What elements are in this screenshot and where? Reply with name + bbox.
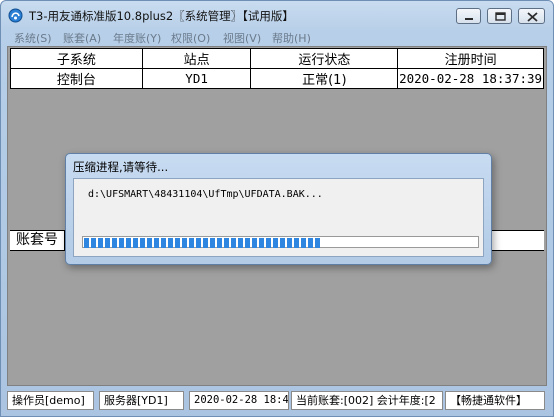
progress-segment [161, 238, 166, 248]
cell-register-time: 2020-02-28 18:37:39 [397, 68, 544, 89]
progress-segment [294, 238, 299, 248]
progress-segment [238, 238, 243, 248]
progress-segment [231, 238, 236, 248]
dialog-title: 压缩进程,请等待... [73, 160, 169, 174]
compress-progress-bar [82, 236, 479, 248]
maximize-button[interactable] [487, 8, 512, 24]
menu-help[interactable]: 帮助(H) [272, 30, 311, 46]
menu-account-set[interactable]: 账套(A) [63, 30, 101, 46]
progress-segment [266, 238, 271, 248]
status-brand: 【畅捷通软件】 [445, 391, 545, 410]
ufida-app-icon [8, 8, 23, 23]
close-icon [527, 12, 538, 22]
progress-segment [182, 238, 187, 248]
status-datetime: 2020-02-28 18:41 [189, 391, 289, 410]
subsystem-table: 子系统 站点 运行状态 注册时间 控制台 YD1 正常(1) 2020-02-2… [10, 48, 544, 89]
progress-segment [217, 238, 222, 248]
progress-segment [280, 238, 285, 248]
progress-segment [301, 238, 306, 248]
progress-segment [168, 238, 173, 248]
menu-permission[interactable]: 权限(O) [171, 30, 210, 46]
progress-segment [273, 238, 278, 248]
minimize-button[interactable] [456, 8, 481, 24]
progress-segment [196, 238, 201, 248]
progress-segment [245, 238, 250, 248]
progress-segment [91, 238, 96, 248]
title-bar[interactable]: T3-用友通标准版10.8plus2〖系统管理〗【试用版】 [1, 1, 553, 29]
progress-segment [147, 238, 152, 248]
menu-bar: 系统(S) 账套(A) 年度账(Y) 权限(O) 视图(V) 帮助(H) [7, 29, 547, 45]
column-header-site[interactable]: 站点 [141, 48, 252, 69]
cell-site: YD1 [141, 68, 252, 89]
compress-file-path: d:\UFSMART\48431104\UfTmp\UFDATA.BAK... [88, 189, 323, 200]
progress-segment [189, 238, 194, 248]
status-server: 服务器[YD1] [99, 391, 184, 410]
close-button[interactable] [518, 8, 545, 24]
status-account-year: 当前账套:[002] 会计年度:[2 [291, 391, 443, 410]
progress-segment [98, 238, 103, 248]
progress-fill [84, 238, 320, 248]
main-window: T3-用友通标准版10.8plus2〖系统管理〗【试用版】 系统(S) 账套(A… [0, 0, 554, 417]
progress-segment [133, 238, 138, 248]
progress-segment [154, 238, 159, 248]
dialog-body: d:\UFSMART\48431104\UfTmp\UFDATA.BAK... [73, 178, 484, 257]
progress-segment [140, 238, 145, 248]
maximize-icon [495, 12, 506, 21]
table-row[interactable]: 控制台 YD1 正常(1) 2020-02-28 18:37:39 [10, 68, 544, 89]
status-bar: 操作员[demo] 服务器[YD1] 2020-02-28 18:41 当前账套… [7, 391, 547, 411]
progress-segment [84, 238, 89, 248]
progress-segment [210, 238, 215, 248]
column-header-account-number[interactable]: 账套号 [10, 231, 65, 250]
progress-segment [287, 238, 292, 248]
compress-progress-dialog: 压缩进程,请等待... d:\UFSMART\48431104\UfTmp\UF… [65, 153, 492, 265]
cell-status: 正常(1) [250, 68, 399, 89]
window-title: T3-用友通标准版10.8plus2〖系统管理〗【试用版】 [29, 9, 294, 23]
progress-segment [224, 238, 229, 248]
progress-segment [126, 238, 131, 248]
table-header-row: 子系统 站点 运行状态 注册时间 [10, 48, 544, 69]
menu-system[interactable]: 系统(S) [14, 30, 52, 46]
progress-segment [105, 238, 110, 248]
progress-segment [203, 238, 208, 248]
cell-subsystem: 控制台 [10, 68, 143, 89]
column-header-status[interactable]: 运行状态 [250, 48, 399, 69]
progress-segment [308, 238, 313, 248]
column-header-subsystem[interactable]: 子系统 [10, 48, 143, 69]
progress-segment [252, 238, 257, 248]
progress-segment [259, 238, 264, 248]
progress-segment [112, 238, 117, 248]
progress-segment [315, 238, 320, 248]
menu-view[interactable]: 视图(V) [223, 30, 261, 46]
column-header-register-time[interactable]: 注册时间 [397, 48, 544, 69]
status-operator: 操作员[demo] [7, 391, 94, 410]
minimize-icon [465, 18, 473, 20]
progress-segment [175, 238, 180, 248]
menu-year-account[interactable]: 年度账(Y) [113, 30, 161, 46]
progress-segment [119, 238, 124, 248]
